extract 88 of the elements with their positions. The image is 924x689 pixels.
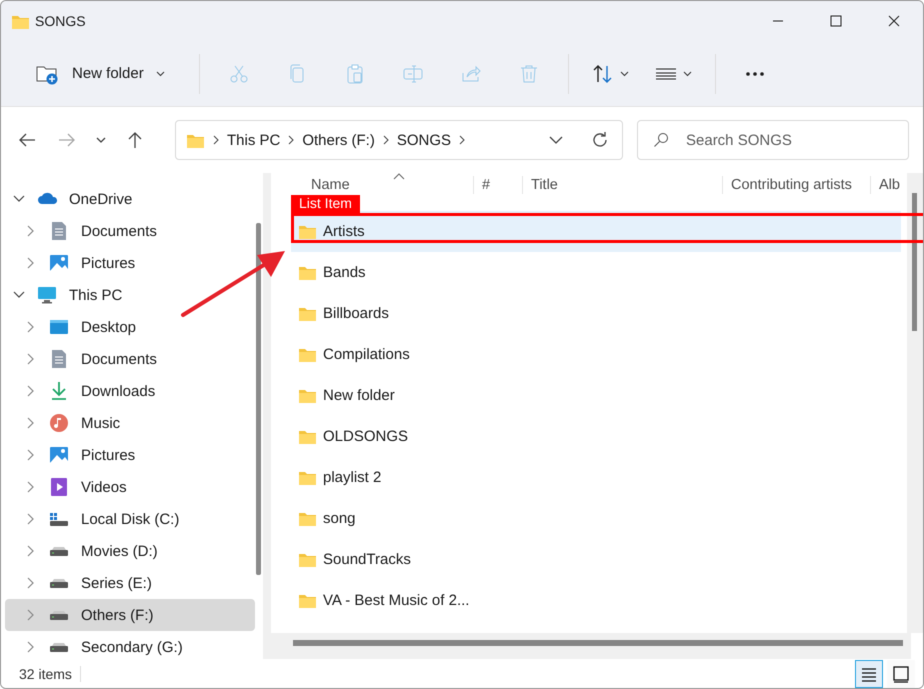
document-icon [49,349,69,369]
sidebar-item[interactable]: OneDrive [5,183,255,215]
clipboard-icon [344,64,365,84]
new-folder-button[interactable]: New folder [32,54,173,94]
sidebar-item[interactable]: Desktop [5,311,255,343]
file-row[interactable]: SoundTracks [291,539,901,580]
sidebar-item[interactable]: Documents [5,343,255,375]
sidebar-item[interactable]: Movies (D:) [5,535,255,567]
document-icon [49,221,69,241]
share-icon [460,64,481,84]
search-field[interactable]: Search SONGS [637,120,909,160]
sort-icon [592,64,614,84]
breadcrumb[interactable]: SONGS [396,132,452,148]
sidebar-item[interactable]: Local Disk (C:) [5,503,255,535]
search-icon [653,132,669,148]
file-row[interactable]: playlist 2 [291,457,901,498]
file-row[interactable]: VA - Best Music of 2... [291,580,901,621]
sidebar-item[interactable]: Others (F:) [5,599,255,631]
scrollbar-thumb[interactable] [912,193,917,331]
rename-icon [402,64,423,84]
breadcrumb[interactable]: This PC [227,132,280,148]
square-icon [892,664,910,684]
folder-icon [298,387,317,404]
back-arrow-icon [18,131,36,149]
refresh-icon [591,131,609,149]
sidebar-item[interactable]: Videos [5,471,255,503]
folder-icon [298,264,317,281]
item-count: 32 items [19,666,81,682]
chevron-down-icon [96,137,106,143]
scissors-icon [228,64,249,84]
column-header[interactable]: # [473,176,523,194]
tiles-view-button[interactable] [887,660,915,688]
sidebar-item[interactable]: Series (E:) [5,567,255,599]
file-row[interactable]: Bands [291,252,901,293]
folder-icon [298,223,317,240]
column-header[interactable]: Title [523,176,723,194]
folder-icon [298,428,317,445]
scrollbar-thumb[interactable] [293,640,903,646]
sidebar-item[interactable]: Downloads [5,375,255,407]
maximize-icon [830,15,842,27]
sidebar-item[interactable]: Pictures [5,439,255,471]
folder-icon [298,551,317,568]
chevron-down-icon [549,136,563,144]
caret-icon [156,70,165,76]
sidebar-item[interactable]: Pictures [5,247,255,279]
sidebar-item[interactable]: Documents [5,215,255,247]
scrollbar-thumb[interactable] [256,223,261,575]
file-row[interactable]: Compilations [291,334,901,375]
column-header[interactable]: Name [291,176,473,194]
details-view-button[interactable] [855,660,883,688]
sidebar-item[interactable]: Secondary (G:) [5,631,255,659]
window-title: SONGS [35,13,86,29]
breadcrumb[interactable]: Others (F:) [302,132,375,148]
column-header[interactable]: Contributing artists [723,176,871,194]
file-row[interactable]: New folder [291,375,901,416]
caret-icon [620,70,629,76]
pane-splitter[interactable] [263,173,271,659]
column-header[interactable]: Alb [871,176,911,194]
desktop-icon [49,317,69,337]
up-arrow-icon [126,131,144,149]
lines-icon [654,66,677,80]
annotation-label: List Item [291,195,360,213]
address-bar[interactable]: This PC Others (F:) SONGS [175,120,623,160]
caret-icon [682,70,692,76]
file-row[interactable]: Billboards [291,293,901,334]
download-icon [49,381,69,401]
file-row[interactable]: OLDSONGS [291,416,901,457]
sidebar-item[interactable]: Music [5,407,255,439]
monitor-icon [37,285,57,305]
more-icon [744,72,765,76]
forward-arrow-icon [58,131,76,149]
music-icon [49,413,69,433]
folder-icon [298,469,317,486]
folder-icon [298,592,317,609]
sidebar-item[interactable]: This PC [5,279,255,311]
chevron-right-icon [459,135,466,145]
folder-icon [298,510,317,527]
picture-icon [49,445,69,465]
trash-icon [518,64,539,84]
file-row[interactable]: song [291,498,901,539]
video-icon [49,477,69,497]
folder-icon [298,305,317,322]
picture-icon [49,253,69,273]
chevron-right-icon [288,135,294,145]
folder-icon [298,346,317,363]
chevron-right-icon [213,135,219,145]
close-icon [888,15,900,27]
chevron-right-icon [382,135,389,145]
